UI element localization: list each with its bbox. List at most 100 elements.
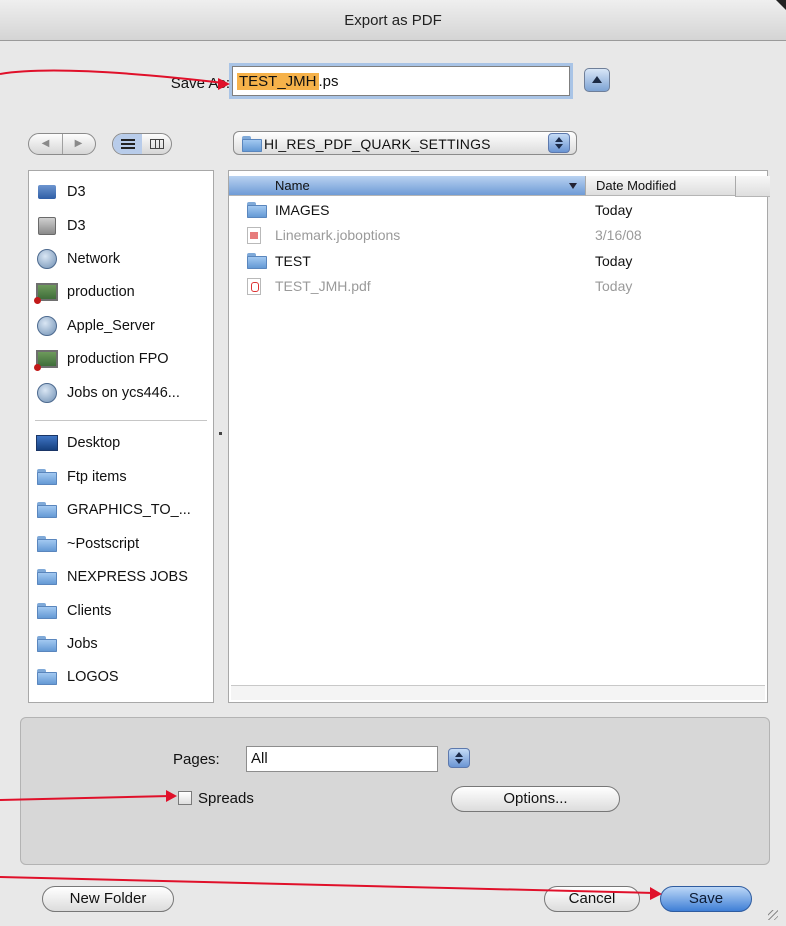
sidebar-item-label: Jobs on ycs446... (67, 385, 180, 401)
sidebar-item-label: production (67, 284, 135, 300)
file-name: TEST_JMH.pdf (275, 278, 371, 294)
folder-icon (37, 469, 57, 485)
file-name: Linemark.joboptions (275, 227, 401, 243)
options-button[interactable]: Options... (451, 786, 620, 812)
file-date: 3/16/08 (595, 227, 642, 243)
save-button[interactable]: Save (660, 886, 752, 912)
server-screen-icon (34, 350, 58, 371)
file-date: Today (595, 278, 633, 294)
file-name: IMAGES (275, 202, 330, 218)
sidebar-splitter-handle[interactable] (219, 432, 222, 435)
sidebar-item-label: GRAPHICS_TO_... (67, 502, 191, 518)
column-header-date-label: Date Modified (596, 178, 677, 193)
sidebar-item-desktop[interactable]: Desktop (35, 430, 120, 456)
new-folder-button[interactable]: New Folder (42, 886, 174, 912)
sort-arrow-icon (569, 183, 577, 189)
sidebar-item-label: ~Postscript (67, 536, 140, 552)
pdf-document-icon (247, 278, 261, 295)
disk-icon (38, 185, 56, 199)
column-header-name[interactable]: Name (229, 176, 585, 196)
sidebar-item-label: Desktop (67, 435, 121, 451)
sidebar-item-apple-server[interactable]: Apple_Server (35, 313, 155, 339)
save-as-field[interactable]: TEST_JMH .ps (232, 66, 570, 96)
sidebar-item-nexpress-jobs[interactable]: NEXPRESS JOBS (35, 564, 188, 590)
back-forward-control: ◀ ▶ (28, 133, 96, 155)
sidebar-item-label: Apple_Server (67, 318, 155, 334)
folder-icon (242, 136, 262, 152)
folder-icon (37, 502, 57, 518)
column-header-name-label: Name (275, 178, 310, 193)
sidebar-item-network[interactable]: Network (35, 246, 120, 272)
export-options-panel (20, 717, 770, 865)
sidebar-item-postscript[interactable]: ~Postscript (35, 531, 139, 557)
pages-field[interactable]: All (246, 746, 438, 772)
cancel-button[interactable]: Cancel (544, 886, 640, 912)
folder-icon (37, 669, 57, 685)
folder-icon (37, 636, 57, 652)
sidebar-item-label: Ftp items (67, 469, 127, 485)
column-view-button[interactable] (142, 134, 171, 154)
drive-icon (38, 217, 56, 235)
column-header-spacer (735, 176, 770, 197)
file-row[interactable]: IMAGES Today (229, 198, 769, 222)
back-button[interactable]: ◀ (29, 134, 63, 154)
title-bar: Export as PDF (0, 0, 786, 41)
folder-icon (247, 253, 267, 269)
network-globe-icon (37, 316, 57, 336)
folder-icon (37, 536, 57, 552)
sidebar-item-label: D3 (67, 184, 86, 200)
list-view-button[interactable] (113, 134, 142, 154)
collapse-dialog-button[interactable] (584, 68, 610, 92)
forward-button[interactable]: ▶ (62, 134, 95, 154)
file-date: Today (595, 202, 633, 218)
sidebar-item-label: D3 (67, 218, 86, 234)
network-globe-icon (37, 249, 57, 269)
pages-label: Pages: (173, 751, 220, 768)
sidebar-item-jobs[interactable]: Jobs (35, 631, 98, 657)
column-view-icon (149, 139, 164, 149)
list-view-icon (120, 139, 135, 149)
sidebar-item-logos[interactable]: LOGOS (35, 664, 119, 690)
spreads-label: Spreads (198, 790, 254, 807)
sidebar-item-graphics[interactable]: GRAPHICS_TO_... (35, 497, 191, 523)
document-icon (247, 227, 261, 244)
horizontal-scrollbar[interactable] (231, 685, 765, 700)
folder-icon (37, 569, 57, 585)
sidebar-item-label: NEXPRESS JOBS (67, 569, 188, 585)
sidebar-item-jobs-server[interactable]: Jobs on ycs446... (35, 380, 180, 406)
view-mode-control (112, 133, 172, 155)
sidebar-item-production-fpo[interactable]: production FPO (34, 346, 169, 372)
file-date: Today (595, 253, 633, 269)
column-header-date[interactable]: Date Modified (585, 176, 735, 196)
sidebar-item-d3-drive[interactable]: D3 (35, 213, 86, 239)
folder-icon (247, 202, 267, 218)
save-as-selected-text: TEST_JMH (237, 73, 319, 90)
file-row[interactable]: TEST_JMH.pdf Today (229, 274, 769, 298)
location-popup[interactable]: HI_RES_PDF_QUARK_SETTINGS (233, 131, 577, 155)
save-as-label: Save As: (170, 75, 230, 92)
sidebar-item-label: production FPO (67, 351, 169, 367)
desktop-icon (36, 435, 58, 451)
file-row[interactable]: Linemark.joboptions 3/16/08 (229, 223, 769, 247)
toolbar-toggle-icon[interactable] (776, 0, 786, 10)
server-screen-icon (34, 283, 58, 304)
sidebar-item-production[interactable]: production (34, 279, 135, 305)
sidebar-item-label: Clients (67, 603, 112, 619)
save-as-extension: .ps (318, 73, 339, 90)
file-row[interactable]: TEST Today (229, 249, 769, 273)
spreads-checkbox[interactable] (178, 791, 192, 805)
sidebar-item-ftp-items[interactable]: Ftp items (35, 464, 127, 490)
window-title: Export as PDF (344, 12, 442, 29)
sidebar-item-clients[interactable]: Clients (35, 598, 111, 624)
sidebar-item-label: LOGOS (67, 669, 119, 685)
location-popup-arrows-icon[interactable] (548, 133, 570, 153)
sidebar-divider (35, 420, 207, 421)
folder-icon (37, 603, 57, 619)
resize-grip-icon[interactable] (768, 910, 778, 920)
sidebar-item-d3-disk[interactable]: D3 (35, 179, 86, 205)
sidebar-item-label: Jobs (67, 636, 98, 652)
location-label: HI_RES_PDF_QUARK_SETTINGS (264, 136, 491, 152)
file-list: Name Date Modified IMAGES Today Linemark… (228, 170, 770, 703)
pages-popup-arrows-icon[interactable] (448, 748, 470, 768)
sidebar: D3 D3 Network production Apple_Server pr… (28, 170, 214, 703)
